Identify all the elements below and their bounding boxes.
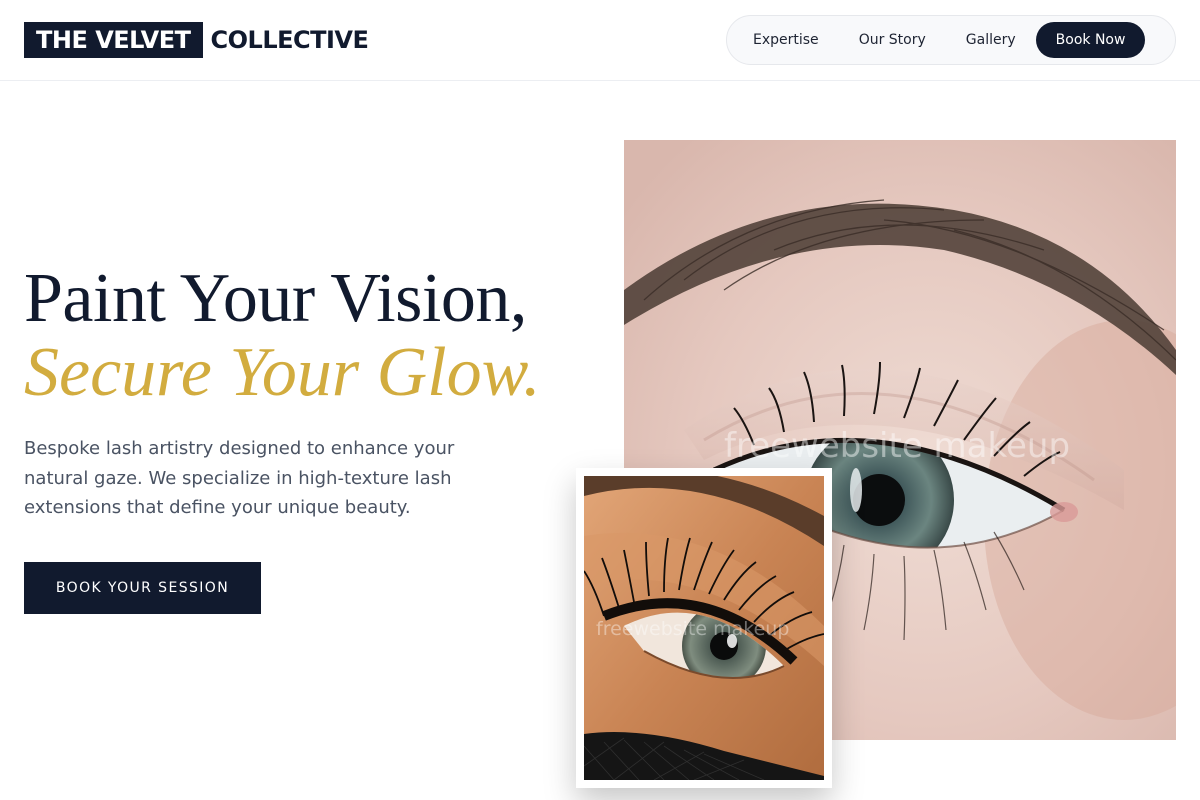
nav-link-expertise[interactable]: Expertise — [733, 22, 839, 58]
nav-link-gallery[interactable]: Gallery — [946, 22, 1036, 58]
lash-closeup-photo: freewebsite makeup — [584, 476, 824, 780]
hero-description: Bespoke lash artistry designed to enhanc… — [24, 438, 455, 518]
book-now-button[interactable]: Book Now — [1035, 22, 1146, 58]
hero-title-line2: Secure Your Glow. — [24, 334, 541, 411]
hero-title: Paint Your Vision, Secure Your Glow. — [24, 262, 624, 410]
hero-title-line1: Paint Your Vision, — [24, 260, 527, 337]
logo-boxed-text: THE VELVET — [24, 22, 203, 58]
lash-closeup-card: freewebsite makeup — [576, 468, 832, 788]
main-nav: Expertise Our Story Gallery Book Now — [726, 15, 1176, 65]
logo-text: COLLECTIVE — [210, 26, 369, 54]
book-session-button[interactable]: BOOK YOUR SESSION — [24, 562, 261, 614]
site-header: THE VELVET COLLECTIVE Expertise Our Stor… — [0, 0, 1200, 81]
lash-closeup-illustration — [584, 476, 824, 780]
brand-logo[interactable]: THE VELVET COLLECTIVE — [24, 22, 369, 58]
nav-link-our-story[interactable]: Our Story — [839, 22, 946, 58]
